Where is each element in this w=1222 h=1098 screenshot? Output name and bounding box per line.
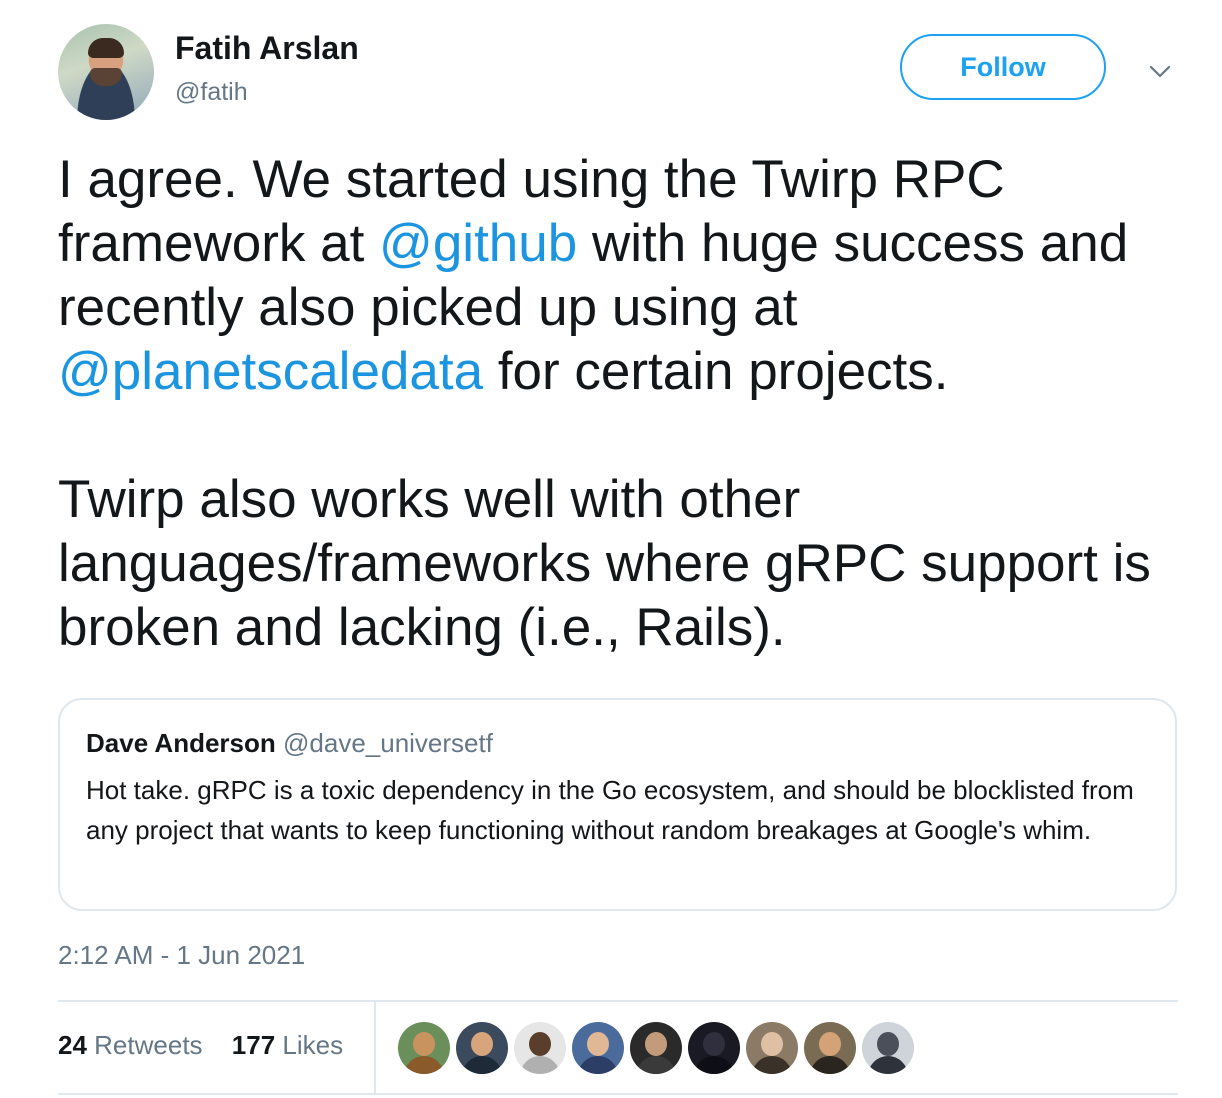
tweet-paragraph-1: I agree. We started using the Twirp RPC …	[58, 148, 1198, 404]
liker-avatar[interactable]	[456, 1022, 508, 1074]
stats-divider-top	[58, 1000, 1178, 1002]
liker-avatar-face	[819, 1032, 841, 1056]
chevron-down-icon[interactable]	[1148, 60, 1172, 84]
liker-avatar-face	[471, 1032, 493, 1056]
tweet-stats: 24 Retweets 177 Likes	[58, 1030, 365, 1061]
liker-avatar-body	[810, 1056, 850, 1074]
liker-avatar[interactable]	[630, 1022, 682, 1074]
liker-avatar-face	[877, 1032, 899, 1056]
liker-avatar-body	[578, 1056, 618, 1074]
liker-avatar[interactable]	[862, 1022, 914, 1074]
likes-count: 177	[231, 1030, 276, 1060]
liker-avatar[interactable]	[688, 1022, 740, 1074]
quoted-tweet-card[interactable]: Dave Anderson @dave_universetf Hot take.…	[58, 698, 1177, 911]
stats-divider-vertical	[374, 1002, 376, 1093]
liker-avatar[interactable]	[514, 1022, 566, 1074]
tweet-text: I agree. We started using the Twirp RPC …	[58, 148, 1198, 660]
author-avatar[interactable]	[58, 24, 154, 120]
quoted-author-handle: @dave_universetf	[283, 728, 493, 758]
liker-avatar-face	[703, 1032, 725, 1056]
likers-avatar-row	[398, 1022, 914, 1074]
retweets-label: Retweets	[94, 1030, 203, 1060]
liker-avatar-face	[413, 1032, 435, 1056]
author-handle[interactable]: @fatih	[175, 78, 248, 107]
tweet-text-segment: for certain projects.	[483, 342, 949, 401]
liker-avatar-body	[404, 1056, 444, 1074]
liker-avatar[interactable]	[746, 1022, 798, 1074]
retweets-stat[interactable]: 24 Retweets	[58, 1030, 203, 1060]
liker-avatar-face	[529, 1032, 551, 1056]
liker-avatar-face	[645, 1032, 667, 1056]
avatar-beard	[90, 68, 122, 86]
retweets-count: 24	[58, 1030, 87, 1060]
mention-github-link[interactable]: @github	[379, 214, 577, 273]
mention-planetscaledata-link[interactable]: @planetscaledata	[58, 342, 483, 401]
quoted-tweet-text: Hot take. gRPC is a toxic dependency in …	[86, 775, 1134, 845]
liker-avatar-face	[587, 1032, 609, 1056]
liker-avatar-body	[462, 1056, 502, 1074]
liker-avatar[interactable]	[398, 1022, 450, 1074]
author-name[interactable]: Fatih Arslan	[175, 30, 359, 67]
stats-divider-bottom	[58, 1093, 1178, 1095]
liker-avatar-body	[868, 1056, 908, 1074]
likes-label: Likes	[282, 1030, 344, 1060]
liker-avatar-body	[694, 1056, 734, 1074]
liker-avatar-body	[752, 1056, 792, 1074]
tweet-paragraph-2: Twirp also works well with other languag…	[58, 470, 1151, 657]
tweet-timestamp[interactable]: 2:12 AM - 1 Jun 2021	[58, 940, 305, 971]
liker-avatar[interactable]	[572, 1022, 624, 1074]
quoted-tweet-header: Dave Anderson @dave_universetf	[86, 728, 493, 759]
liker-avatar-face	[761, 1032, 783, 1056]
liker-avatar[interactable]	[804, 1022, 856, 1074]
avatar-hair	[88, 38, 124, 58]
likes-stat[interactable]: 177 Likes	[232, 1030, 343, 1060]
follow-button[interactable]: Follow	[900, 34, 1106, 100]
liker-avatar-body	[520, 1056, 560, 1074]
quoted-author-name: Dave Anderson	[86, 728, 276, 758]
liker-avatar-body	[636, 1056, 676, 1074]
